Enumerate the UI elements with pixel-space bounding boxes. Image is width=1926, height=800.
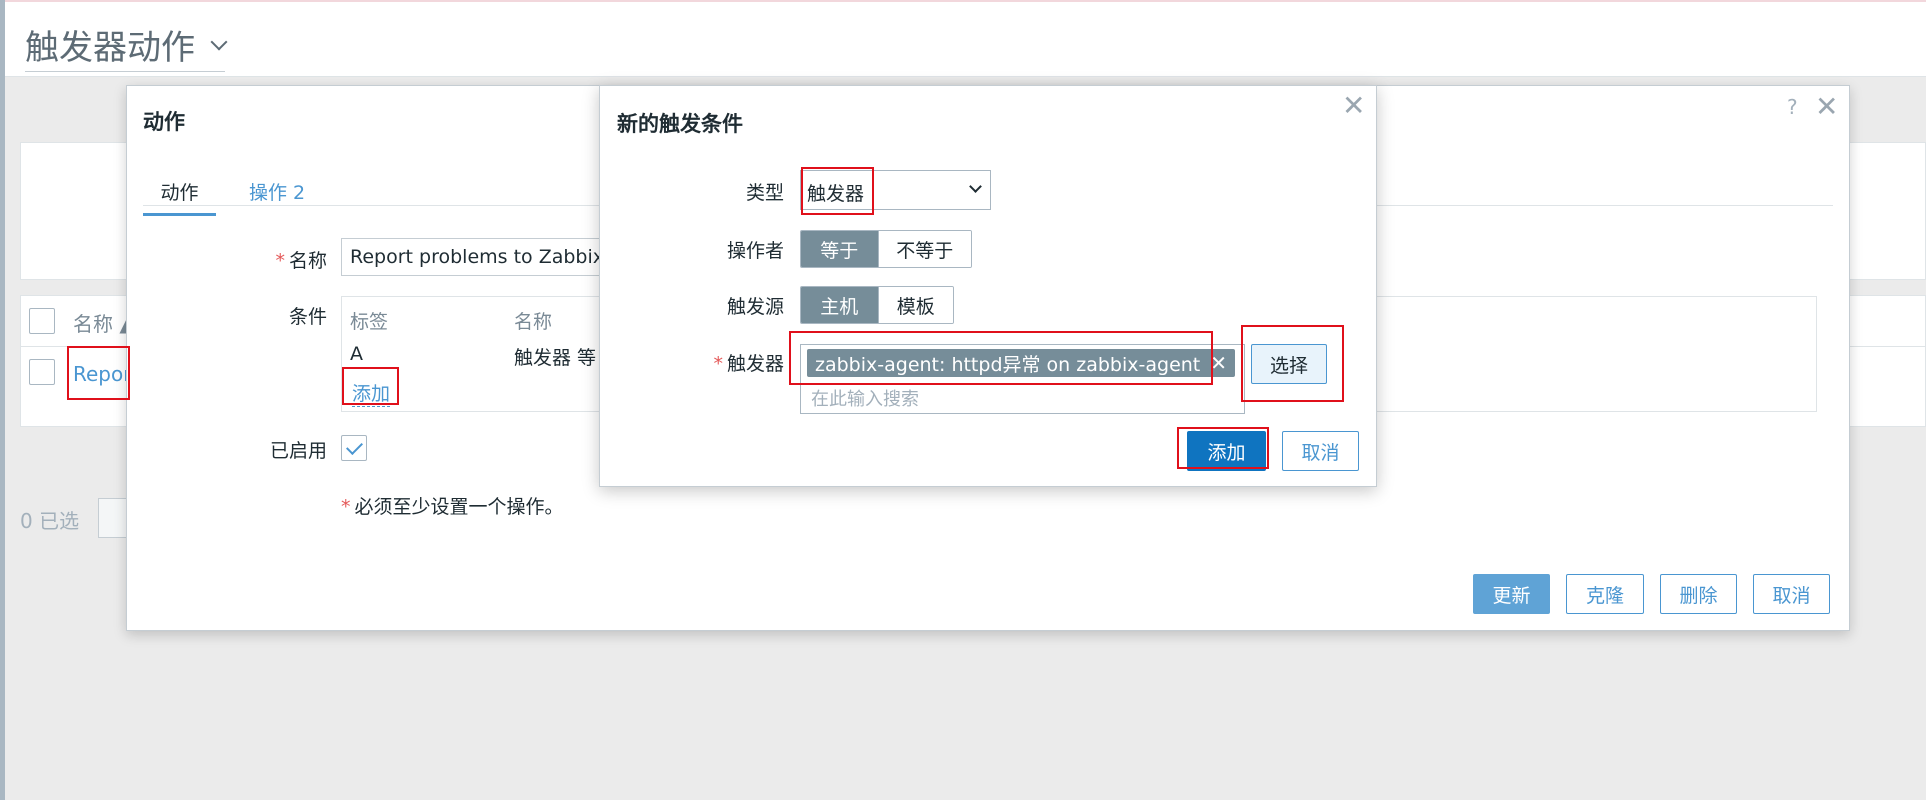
trigger-dialog-title: 新的触发条件 <box>617 112 743 136</box>
selected-trigger-chip: zabbix-agent: httpd异常 on zabbix-agent ✕ <box>807 349 1236 377</box>
enabled-label: 已启用 <box>269 440 327 462</box>
row-checkbox[interactable] <box>29 359 55 385</box>
source-template[interactable]: 模板 <box>877 287 953 323</box>
page-title-text: 触发器动作 <box>25 28 195 68</box>
chevron-down-icon <box>969 180 982 193</box>
operator-equals[interactable]: 等于 <box>801 231 878 267</box>
name-label: * 名称 <box>275 250 327 272</box>
chevron-down-icon[interactable] <box>210 33 228 50</box>
clone-button[interactable]: 克隆 <box>1566 574 1644 614</box>
trigger-label: * 触发器 <box>713 353 784 375</box>
page-title[interactable]: 触发器动作 <box>25 20 228 72</box>
close-icon[interactable]: ✕ <box>1342 92 1365 120</box>
operation-required-note: * 必须至少设置一个操作。 <box>341 496 564 518</box>
select-all-checkbox[interactable] <box>29 308 55 334</box>
type-label: 类型 <box>745 182 784 204</box>
operator-label: 操作者 <box>726 240 784 262</box>
source-label: 触发源 <box>726 296 784 318</box>
conditions-label: 条件 <box>288 306 327 328</box>
delete-button[interactable]: 删除 <box>1660 574 1737 614</box>
add-condition-button[interactable]: 添加 <box>1187 431 1266 471</box>
source-radio-group: 主机 模板 <box>800 286 954 324</box>
cond-row-name: 触发器 等 <box>514 347 597 369</box>
source-host[interactable]: 主机 <box>801 287 878 323</box>
help-icon[interactable]: ? <box>1787 95 1798 119</box>
tab-action[interactable]: 动作 <box>143 178 216 216</box>
operator-radio-group: 等于 不等于 <box>800 230 972 268</box>
left-sidebar-edge <box>0 0 5 800</box>
new-trigger-condition-dialog: 新的触发条件 ✕ 类型 触发器 操作者 等于 不等于 触发源 主机 模板 * 触发… <box>599 85 1377 487</box>
update-button[interactable]: 更新 <box>1473 574 1550 614</box>
condition-type-select[interactable]: 触发器 <box>800 170 991 210</box>
action-dialog-title: 动作 <box>143 110 185 134</box>
trigger-search-input[interactable]: 在此输入搜索 <box>811 385 919 411</box>
action-row-link[interactable]: Repor <box>73 362 131 386</box>
operator-not-equals[interactable]: 不等于 <box>877 231 971 267</box>
add-condition-link[interactable]: 添加 <box>352 379 391 407</box>
cond-row-label: A <box>350 343 363 365</box>
tab-operations[interactable]: 操作 2 <box>249 178 305 213</box>
selected-trigger-text: zabbix-agent: httpd异常 on zabbix-agent <box>815 353 1201 376</box>
selected-count: 0 已选 <box>20 509 80 533</box>
cancel-button[interactable]: 取消 <box>1753 574 1830 614</box>
cancel-condition-button[interactable]: 取消 <box>1282 431 1359 471</box>
remove-chip-icon[interactable]: ✕ <box>1210 351 1227 375</box>
close-icon[interactable]: ✕ <box>1815 93 1838 121</box>
select-trigger-button[interactable]: 选择 <box>1251 344 1327 384</box>
cond-header-label: 标签 <box>350 311 389 333</box>
trigger-multiselect[interactable]: zabbix-agent: httpd异常 on zabbix-agent ✕ … <box>800 344 1245 414</box>
condition-type-value: 触发器 <box>807 183 865 205</box>
enabled-checkbox[interactable] <box>341 435 367 461</box>
page-header: 触发器动作 <box>5 2 1926 77</box>
cond-header-name: 名称 <box>514 311 553 333</box>
